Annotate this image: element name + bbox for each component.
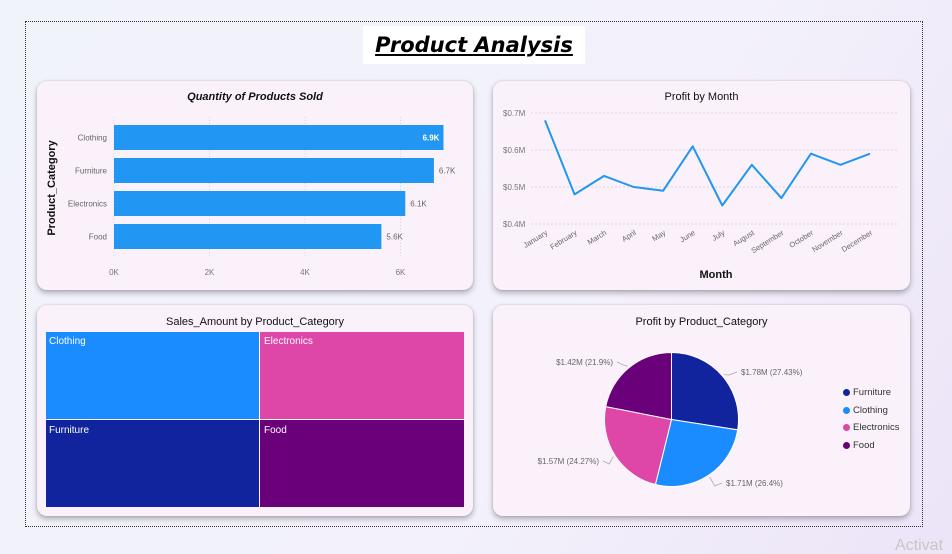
treemap-tile-furniture[interactable]: Furniture [46, 420, 260, 507]
x-tick-label: April [620, 228, 638, 244]
x-tick-label: March [586, 228, 608, 247]
y-tick-label: Clothing [78, 134, 107, 143]
x-tick-label: November [810, 228, 845, 254]
treemap-label-electronics: Electronics [264, 336, 313, 347]
legend-label: Clothing [853, 405, 888, 416]
pie-data-label: $1.71M (26.4%) [726, 479, 783, 488]
pie-leader-line [616, 361, 628, 367]
legend-dot-icon [843, 442, 850, 449]
pie-leader-line [723, 371, 738, 376]
treemap-tile-clothing[interactable]: Clothing [46, 332, 260, 420]
x-tick-label: 4K [300, 268, 310, 277]
treemap-tile-electronics[interactable]: Electronics [260, 332, 464, 420]
legend-item-furniture[interactable]: Furniture [843, 387, 891, 398]
y-tick-label: $0.7M [503, 109, 526, 118]
y-tick-label: Food [89, 233, 107, 242]
y-axis-title: Product_Category [46, 139, 58, 235]
y-tick-label: $0.5M [503, 183, 526, 192]
bar-data-label: 6.9K [423, 134, 440, 143]
legend-dot-icon [843, 424, 850, 431]
legend-label: Electronics [853, 422, 900, 433]
legend-item-food[interactable]: Food [843, 440, 875, 451]
y-tick-label: $0.4M [503, 220, 526, 229]
pie-leader-line [602, 456, 614, 465]
page-title-box: Product Analysis [363, 26, 585, 64]
bar-data-label: 5.6K [386, 233, 403, 242]
x-tick-label: February [548, 228, 578, 252]
profit-month-line-chart: $0.7M $0.6M $0.5M $0.4MJanuary February March… [503, 109, 898, 281]
x-tick-label: January [522, 228, 550, 250]
bar-data-label: 6.1K [410, 200, 427, 209]
legend-item-clothing[interactable]: Clothing [843, 405, 888, 416]
x-tick-label: 6K [396, 268, 406, 277]
x-tick-label: 0K [109, 268, 119, 277]
treemap-tile-food[interactable]: Food [260, 420, 464, 507]
bar-electronics[interactable] [114, 191, 406, 216]
legend-label: Furniture [853, 387, 892, 398]
pie-data-label: $1.57M (24.27%) [538, 457, 600, 466]
legend-dot-icon [843, 407, 850, 414]
x-tick-label: December [840, 228, 875, 254]
bar-data-label: 6.7K [439, 167, 456, 176]
pie-leader-line [709, 476, 723, 487]
treemap-label-food: Food [264, 425, 287, 436]
bar-food[interactable] [114, 224, 382, 249]
profit-month-card[interactable]: Profit by Month $0.7M $0.6M $0.5M $0.4M Janu… [493, 81, 910, 290]
x-tick-label: May [650, 228, 667, 243]
legend-item-electronics[interactable]: Electronics [843, 422, 899, 433]
watermark-text: Activat [895, 537, 944, 554]
treemap-label-clothing: Clothing [49, 336, 86, 347]
quantity-bar-chart: 0K 2K 4K 6K Product_Category Clothing 6.9K Furn… [46, 117, 456, 277]
legend-label: Food [853, 440, 875, 451]
y-tick-label: $0.6M [503, 146, 526, 155]
quantity-chart-card[interactable]: Quantity of Products Sold 0K 2K 4K 6K Produc… [37, 81, 473, 290]
x-tick-label: 2K [205, 268, 215, 277]
bar-furniture[interactable] [114, 158, 434, 183]
x-axis-title: Month [700, 269, 733, 281]
pie-data-label: $1.78M (27.43%) [741, 368, 803, 377]
bar-clothing[interactable] [114, 125, 444, 150]
x-tick-label: September [750, 228, 786, 255]
profit-line-series[interactable] [544, 120, 871, 207]
treemap-area: Clothing Electronics Furniture Food [46, 332, 464, 507]
y-tick-label: Electronics [68, 200, 107, 209]
treemap-label-furniture: Furniture [49, 425, 90, 436]
pie-data-label: $1.42M (21.9%) [556, 358, 613, 367]
x-tick-label: June [678, 228, 697, 244]
treemap-title: Sales_Amount by Product_Category [166, 316, 344, 328]
page-title: Product Analysis [375, 33, 573, 57]
legend-dot-icon [843, 389, 850, 396]
treemap-card[interactable]: Sales_Amount by Product_Category Clothin… [37, 305, 473, 516]
x-tick-label: July [710, 228, 726, 243]
pie-legend: Furniture Clothing Electronics Food [843, 387, 908, 457]
profit-category-card[interactable]: Profit by Product_Category $1.78M (27.43… [493, 305, 910, 516]
y-tick-label: Furniture [75, 167, 108, 176]
pie-slice-furniture[interactable] [671, 351, 739, 431]
